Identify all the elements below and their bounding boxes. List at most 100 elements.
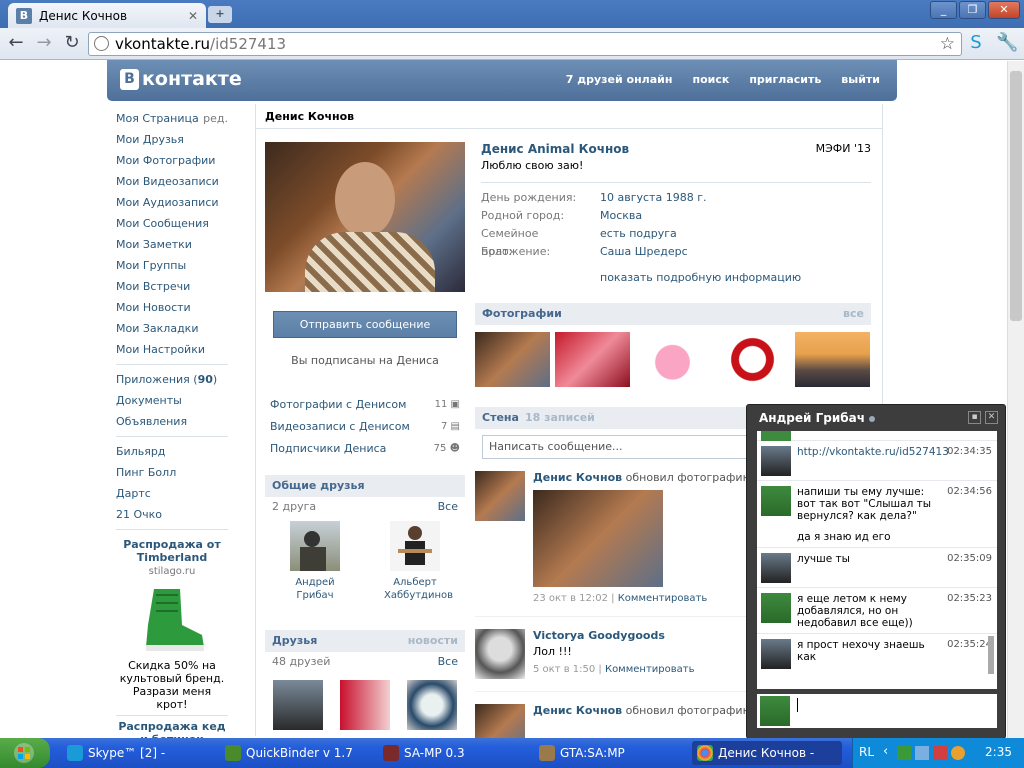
info-value[interactable]: Москва: [600, 207, 642, 225]
chat-avatar[interactable]: [761, 593, 791, 623]
friend-card[interactable]: Андрей Грибач: [284, 521, 346, 602]
post-author[interactable]: Victorya Goodygoods: [533, 629, 695, 642]
scrollbar-thumb[interactable]: [1010, 71, 1022, 321]
friends-news-link[interactable]: новости: [408, 630, 458, 652]
friend-avatar[interactable]: [406, 680, 457, 730]
start-button[interactable]: [0, 738, 50, 768]
info-value[interactable]: есть подруга: [600, 225, 677, 243]
menu-label[interactable]: Моя Страница: [116, 112, 199, 125]
wrench-menu-icon[interactable]: 🔧: [996, 34, 1018, 54]
friend-name[interactable]: Альберт Хаббутдинов: [384, 577, 453, 601]
chat-avatar[interactable]: [761, 553, 791, 583]
info-value[interactable]: Саша Шредерс: [600, 243, 688, 261]
menu-item-audio[interactable]: Мои Аудиозаписи: [116, 192, 228, 213]
logout-link[interactable]: выйти: [841, 73, 880, 86]
page-scrollbar[interactable]: [1007, 61, 1024, 738]
menu-item-events[interactable]: Мои Встречи: [116, 276, 228, 297]
menu-item-messages[interactable]: Мои Сообщения: [116, 213, 228, 234]
tray-app-icon-2[interactable]: [933, 746, 947, 760]
post-photo[interactable]: [533, 490, 663, 587]
chat-minimize-icon[interactable]: ▪: [968, 411, 981, 424]
all-friends-link[interactable]: Все: [438, 652, 458, 672]
reload-icon[interactable]: ↻: [62, 34, 82, 54]
menu-item-news[interactable]: Мои Новости: [116, 297, 228, 318]
bookmark-star-icon[interactable]: ☆: [940, 33, 955, 55]
menu-item-21[interactable]: 21 Очко: [116, 504, 228, 525]
address-bar[interactable]: vkontakte.ru/id527413 ☆: [88, 32, 962, 56]
boot-image[interactable]: [136, 585, 208, 655]
info-value[interactable]: 10 августа 1988 г.: [600, 189, 706, 207]
forward-icon[interactable]: →: [34, 34, 54, 54]
chat-avatar[interactable]: [761, 486, 791, 516]
photo-thumb[interactable]: [555, 332, 630, 387]
comment-link[interactable]: Комментировать: [605, 664, 695, 675]
photo-thumb[interactable]: [475, 332, 550, 387]
browser-tab[interactable]: B Денис Кочнов ✕: [8, 3, 206, 28]
language-indicator[interactable]: RL: [859, 745, 874, 759]
friend-avatar[interactable]: [290, 521, 340, 571]
menu-item-billiards[interactable]: Бильярд: [116, 441, 228, 462]
friends-online-link[interactable]: 7 друзей онлайн: [566, 73, 673, 86]
profile-avatar[interactable]: [265, 142, 465, 292]
invite-link[interactable]: пригласить: [749, 73, 821, 86]
videos-with-link[interactable]: Видеозаписи с Денисом 7 ▤: [265, 417, 465, 439]
all-photos-link[interactable]: все: [843, 303, 864, 325]
menu-item-groups[interactable]: Мои Группы: [116, 255, 228, 276]
menu-item-apps[interactable]: Приложения (90): [116, 369, 228, 390]
friend-name[interactable]: Андрей Грибач: [295, 577, 334, 601]
tab-close-icon[interactable]: ✕: [188, 9, 198, 23]
profile-university[interactable]: МЭФИ '13: [816, 142, 871, 155]
ad-title[interactable]: Распродажа от Timberland: [116, 538, 228, 564]
taskbar-item-samp[interactable]: SA-MP 0.3: [378, 741, 528, 765]
menu-item-ping-ball[interactable]: Пинг Болл: [116, 462, 228, 483]
ad-block[interactable]: Распродажа от Timberland stilago.ru Скид…: [116, 538, 228, 746]
clock[interactable]: 2:35: [985, 745, 1012, 759]
post-author-avatar[interactable]: [475, 471, 525, 521]
edit-link[interactable]: ред.: [203, 108, 228, 129]
post-author-avatar[interactable]: [475, 629, 525, 679]
tray-app-icon[interactable]: [897, 746, 911, 760]
friend-card[interactable]: Альберт Хаббутдинов: [384, 521, 453, 602]
back-icon[interactable]: ←: [6, 34, 26, 54]
menu-item-my-page[interactable]: Моя Страница ред.: [116, 108, 228, 129]
close-window-icon[interactable]: ✕: [988, 1, 1020, 19]
send-message-button[interactable]: Отправить сообщение: [273, 311, 457, 338]
friend-avatar[interactable]: [339, 680, 390, 730]
show-more-info-link[interactable]: показать подробную информацию: [600, 271, 871, 284]
network-icon[interactable]: [915, 746, 929, 760]
vk-logo[interactable]: В контакте: [120, 68, 242, 90]
menu-item-documents[interactable]: Документы: [116, 390, 228, 411]
friend-avatar[interactable]: [273, 680, 324, 730]
chat-header[interactable]: Андрей Грибач ▪ ✕: [747, 405, 1005, 431]
tray-app-icon-3[interactable]: [951, 746, 965, 760]
menu-item-bookmarks[interactable]: Мои Закладки: [116, 318, 228, 339]
photo-thumb[interactable]: [715, 332, 790, 387]
menu-item-settings[interactable]: Мои Настройки: [116, 339, 228, 360]
taskbar-item-skype[interactable]: Skype™ [2] - akaso...: [62, 741, 212, 765]
photos-with-link[interactable]: Фотографии с Денисом 11 ▣: [265, 395, 465, 417]
menu-item-notes[interactable]: Мои Заметки: [116, 234, 228, 255]
post-author[interactable]: Денис Кочнов: [533, 704, 622, 717]
all-common-friends-link[interactable]: Все: [438, 497, 458, 517]
chat-scrollbar[interactable]: [988, 636, 994, 674]
chat-close-icon[interactable]: ✕: [985, 411, 998, 424]
skype-extension-icon[interactable]: S: [966, 34, 986, 54]
common-friends-header[interactable]: Общие друзья: [265, 475, 465, 497]
minimize-icon[interactable]: _: [930, 1, 957, 19]
subscribers-link[interactable]: Подписчики Дениса 75 ☻: [265, 439, 465, 461]
taskbar-item-quickbinder[interactable]: QuickBinder v 1.7: [220, 741, 370, 765]
post-date[interactable]: 23 окт в 12:02: [533, 593, 608, 604]
new-tab-button[interactable]: +: [208, 6, 232, 23]
chat-avatar[interactable]: [761, 639, 791, 669]
search-link[interactable]: поиск: [692, 73, 729, 86]
photo-thumb[interactable]: [795, 332, 870, 387]
friend-avatar[interactable]: [390, 521, 440, 571]
chat-avatar[interactable]: [761, 446, 791, 476]
taskbar-item-gta[interactable]: GTA:SA:MP: [534, 741, 684, 765]
chat-input[interactable]: [757, 694, 997, 728]
photo-thumb[interactable]: [635, 332, 710, 387]
menu-item-friends[interactable]: Мои Друзья: [116, 129, 228, 150]
post-date[interactable]: 5 окт в 1:50: [533, 664, 595, 675]
tray-expand-icon[interactable]: ‹: [883, 744, 888, 759]
menu-item-darts[interactable]: Дартс: [116, 483, 228, 504]
